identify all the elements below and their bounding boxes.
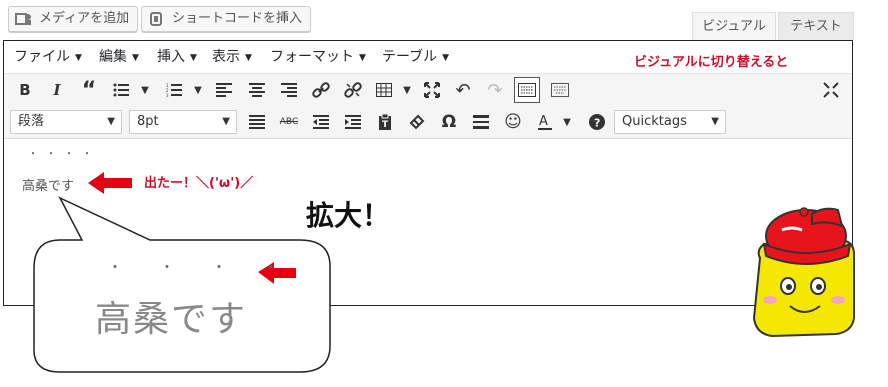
blockquote-icon[interactable]: “ [76, 77, 102, 103]
bullet-list-icon[interactable] [108, 77, 134, 103]
clear-formatting-icon[interactable] [404, 109, 430, 135]
svg-text:3: 3 [166, 93, 169, 97]
numbered-list-icon[interactable]: 123 [161, 77, 187, 103]
font-size-select[interactable]: 8pt ▼ [129, 110, 237, 134]
zoom-annotation: 拡大！ [306, 199, 391, 232]
arrow-left-icon [88, 172, 132, 194]
unlink-icon[interactable] [340, 77, 366, 103]
emoticon-icon[interactable]: ☺ [500, 109, 526, 135]
indent-icon[interactable] [340, 109, 366, 135]
bold-icon[interactable]: B [12, 77, 38, 103]
menu-view[interactable]: 表示 ▼ [212, 41, 252, 73]
horizontal-rule-icon[interactable] [468, 109, 494, 135]
menu-insert[interactable]: 挿入 ▼ [157, 41, 197, 73]
editor-content[interactable]: ・・・・ 高桑です 出たー！＼('ω')／ 拡大！ [4, 139, 852, 305]
toolbar-row-2: 段落 ▼ 8pt ▼ ABC T Ω ☺ A ▼ ? Quicktags ▼ [4, 106, 852, 139]
came-out-annotation: 出たー！＼('ω')／ [144, 176, 254, 191]
paste-text-icon[interactable]: T [372, 109, 398, 135]
undo-icon[interactable]: ↶ [450, 77, 476, 103]
strikethrough-icon[interactable]: ABC [276, 109, 302, 135]
svg-text:A: A [539, 114, 548, 129]
add-media-button[interactable]: メディアを追加 [8, 6, 139, 32]
chevron-down-icon: ▼ [222, 116, 230, 127]
media-icon [15, 11, 33, 27]
add-media-label: メディアを追加 [39, 11, 130, 26]
tab-visual[interactable]: ビジュアル [692, 12, 776, 40]
align-left-icon[interactable] [211, 77, 237, 103]
text-color-dropdown-icon[interactable]: ▼ [554, 109, 580, 135]
svg-text:?: ? [594, 117, 600, 130]
menu-format[interactable]: フォーマット ▼ [270, 41, 366, 73]
bullet-list-dropdown-icon[interactable]: ▼ [132, 77, 158, 103]
chevron-down-icon: ▼ [711, 116, 719, 127]
numbered-list-dropdown-icon[interactable]: ▼ [185, 77, 211, 103]
menu-table[interactable]: テーブル ▼ [382, 41, 449, 73]
menu-file[interactable]: ファイル ▼ [14, 41, 82, 73]
svg-text:T: T [382, 120, 389, 130]
chevron-down-icon: ▼ [107, 116, 115, 127]
link-icon[interactable] [308, 77, 334, 103]
redo-icon[interactable]: ↷ [482, 77, 508, 103]
menubar: ファイル ▼ 編集 ▼ 挿入 ▼ 表示 ▼ フォーマット ▼ テーブル ▼ ビジュアルに切り… [4, 41, 852, 74]
table-dropdown-icon[interactable]: ▼ [394, 77, 420, 103]
emphasis-dots: ・・・・ [28, 149, 100, 160]
align-right-icon[interactable] [276, 77, 302, 103]
justify-icon[interactable] [244, 109, 270, 135]
menu-edit[interactable]: 編集 ▼ [99, 41, 139, 73]
editor-frame: ファイル ▼ 編集 ▼ 挿入 ▼ 表示 ▼ フォーマット ▼ テーブル ▼ ビジュアルに切り… [3, 40, 853, 306]
quicktags-select[interactable]: Quicktags ▼ [614, 110, 726, 134]
switch-annotation: ビジュアルに切り替えると [634, 55, 789, 70]
toolbar-row-1: B I “ ▼ 123 ▼ ▼ ↶ ↷ [4, 74, 852, 106]
insert-shortcode-button[interactable]: ショートコードを挿入 [141, 6, 312, 32]
toolbar-toggle-icon[interactable] [514, 77, 540, 103]
keyboard-icon[interactable] [547, 77, 573, 103]
editor-text[interactable]: 高桑です [22, 175, 74, 194]
insert-shortcode-label: ショートコードを挿入 [172, 11, 303, 26]
align-center-icon[interactable] [244, 77, 270, 103]
mascot-character [752, 207, 855, 338]
paragraph-select[interactable]: 段落 ▼ [10, 110, 122, 134]
shortcode-icon [148, 11, 166, 27]
media-buttons-row: メディアを追加 ショートコードを挿入 ビジュアル テキスト [0, 0, 888, 40]
special-character-icon[interactable]: Ω [436, 109, 462, 135]
outdent-icon[interactable] [308, 109, 334, 135]
help-icon[interactable]: ? [584, 109, 610, 135]
expand-icon[interactable] [818, 77, 844, 103]
tab-text[interactable]: テキスト [778, 12, 854, 40]
italic-icon[interactable]: I [44, 77, 70, 103]
fullscreen-icon[interactable] [419, 77, 445, 103]
